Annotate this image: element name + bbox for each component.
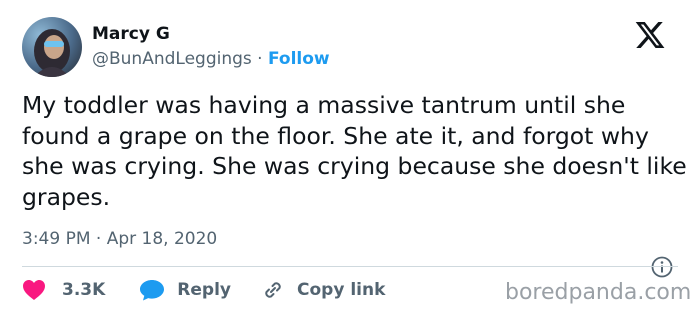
info-icon[interactable]	[651, 256, 673, 278]
watermark: boredpanda.com	[505, 280, 692, 305]
like-count: 3.3K	[62, 280, 106, 300]
heart-icon	[22, 279, 46, 301]
tweet-timestamp[interactable]: 3:49 PM · Apr 18, 2020	[22, 229, 217, 249]
copy-link-button[interactable]: Copy link	[261, 278, 385, 302]
copy-link-label: Copy link	[297, 280, 386, 300]
link-icon	[261, 278, 285, 302]
reply-label: Reply	[177, 280, 231, 300]
reply-bubble-icon	[139, 279, 165, 301]
author-handle[interactable]: @BunAndLeggings	[92, 49, 252, 69]
action-bar: 3.3K Reply Copy link	[22, 278, 385, 302]
author-display-name[interactable]: Marcy G	[92, 24, 170, 44]
avatar[interactable]	[22, 17, 82, 77]
tweet-text: My toddler was having a massive tantrum …	[22, 91, 687, 211]
divider	[22, 266, 678, 267]
follow-button[interactable]: Follow	[268, 49, 330, 69]
x-logo-icon[interactable]	[633, 19, 667, 51]
author-handle-row: @BunAndLeggings · Follow	[92, 49, 330, 69]
like-button[interactable]: 3.3K	[22, 279, 105, 301]
reply-button[interactable]: Reply	[139, 279, 231, 301]
handle-separator: ·	[257, 49, 263, 69]
